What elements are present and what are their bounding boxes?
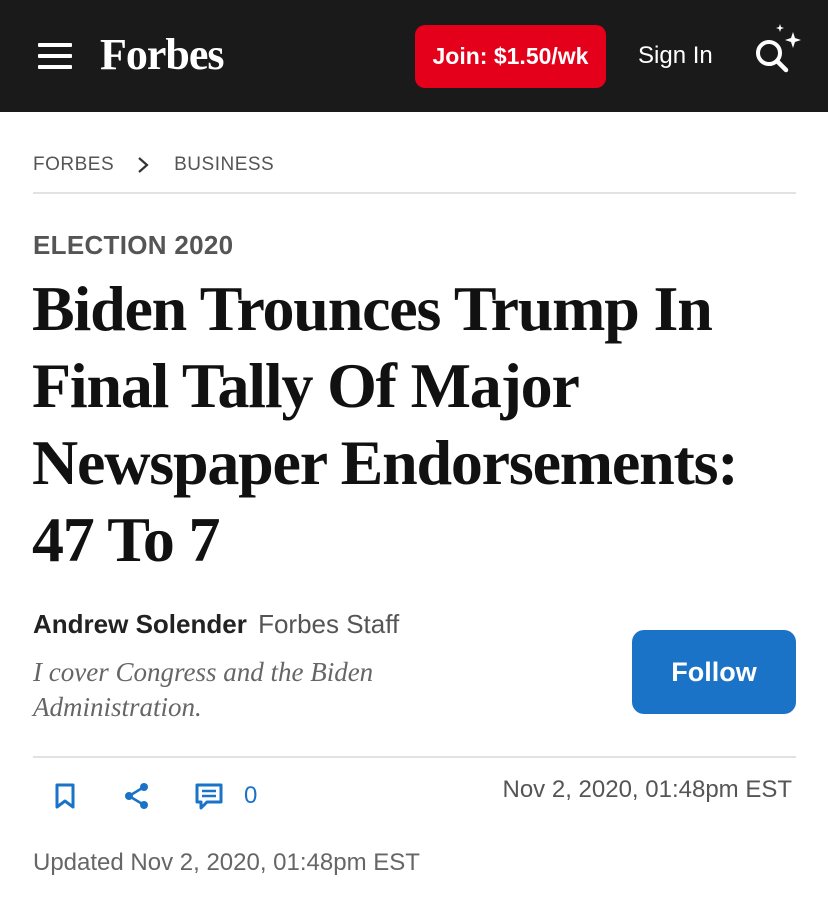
follow-button[interactable]: Follow [632,630,796,714]
breadcrumb: FORBES BUSINESS [33,151,274,179]
hamburger-menu-icon[interactable] [38,43,72,69]
comment-icon[interactable] [194,781,224,811]
author-bio: I cover Congress and the Biden Administr… [33,657,374,722]
article-headline: Biden Trounces Trump In Final Tally Of M… [32,273,739,575]
updated-date: Updated Nov 2, 2020, 01:48pm EST [33,849,420,876]
forbes-logo[interactable]: Forbes [100,28,225,82]
publish-date: Nov 2, 2020, 01:48pm EST [502,776,793,803]
divider [33,192,796,194]
bookmark-icon[interactable] [50,781,80,811]
author-byline: Andrew Solender Forbes Staff [33,606,399,642]
article-actions: 0 [50,778,257,814]
article-kicker[interactable]: ELECTION 2020 [33,230,233,261]
join-subscription-button[interactable]: Join: $1.50/wk [415,25,606,88]
sign-in-link[interactable]: Sign In [638,40,713,72]
comment-count[interactable]: 0 [244,782,257,810]
breadcrumb-business[interactable]: BUSINESS [174,154,274,176]
divider [33,756,796,758]
breadcrumb-forbes[interactable]: FORBES [33,154,114,176]
search-sparkle-icon[interactable] [750,22,806,78]
author-role: Forbes Staff [258,609,400,639]
author-name[interactable]: Andrew Solender [33,609,247,639]
chevron-right-icon [138,157,149,173]
share-icon[interactable] [122,781,152,811]
top-navigation-bar: Forbes Join: $1.50/wk Sign In [0,0,828,112]
